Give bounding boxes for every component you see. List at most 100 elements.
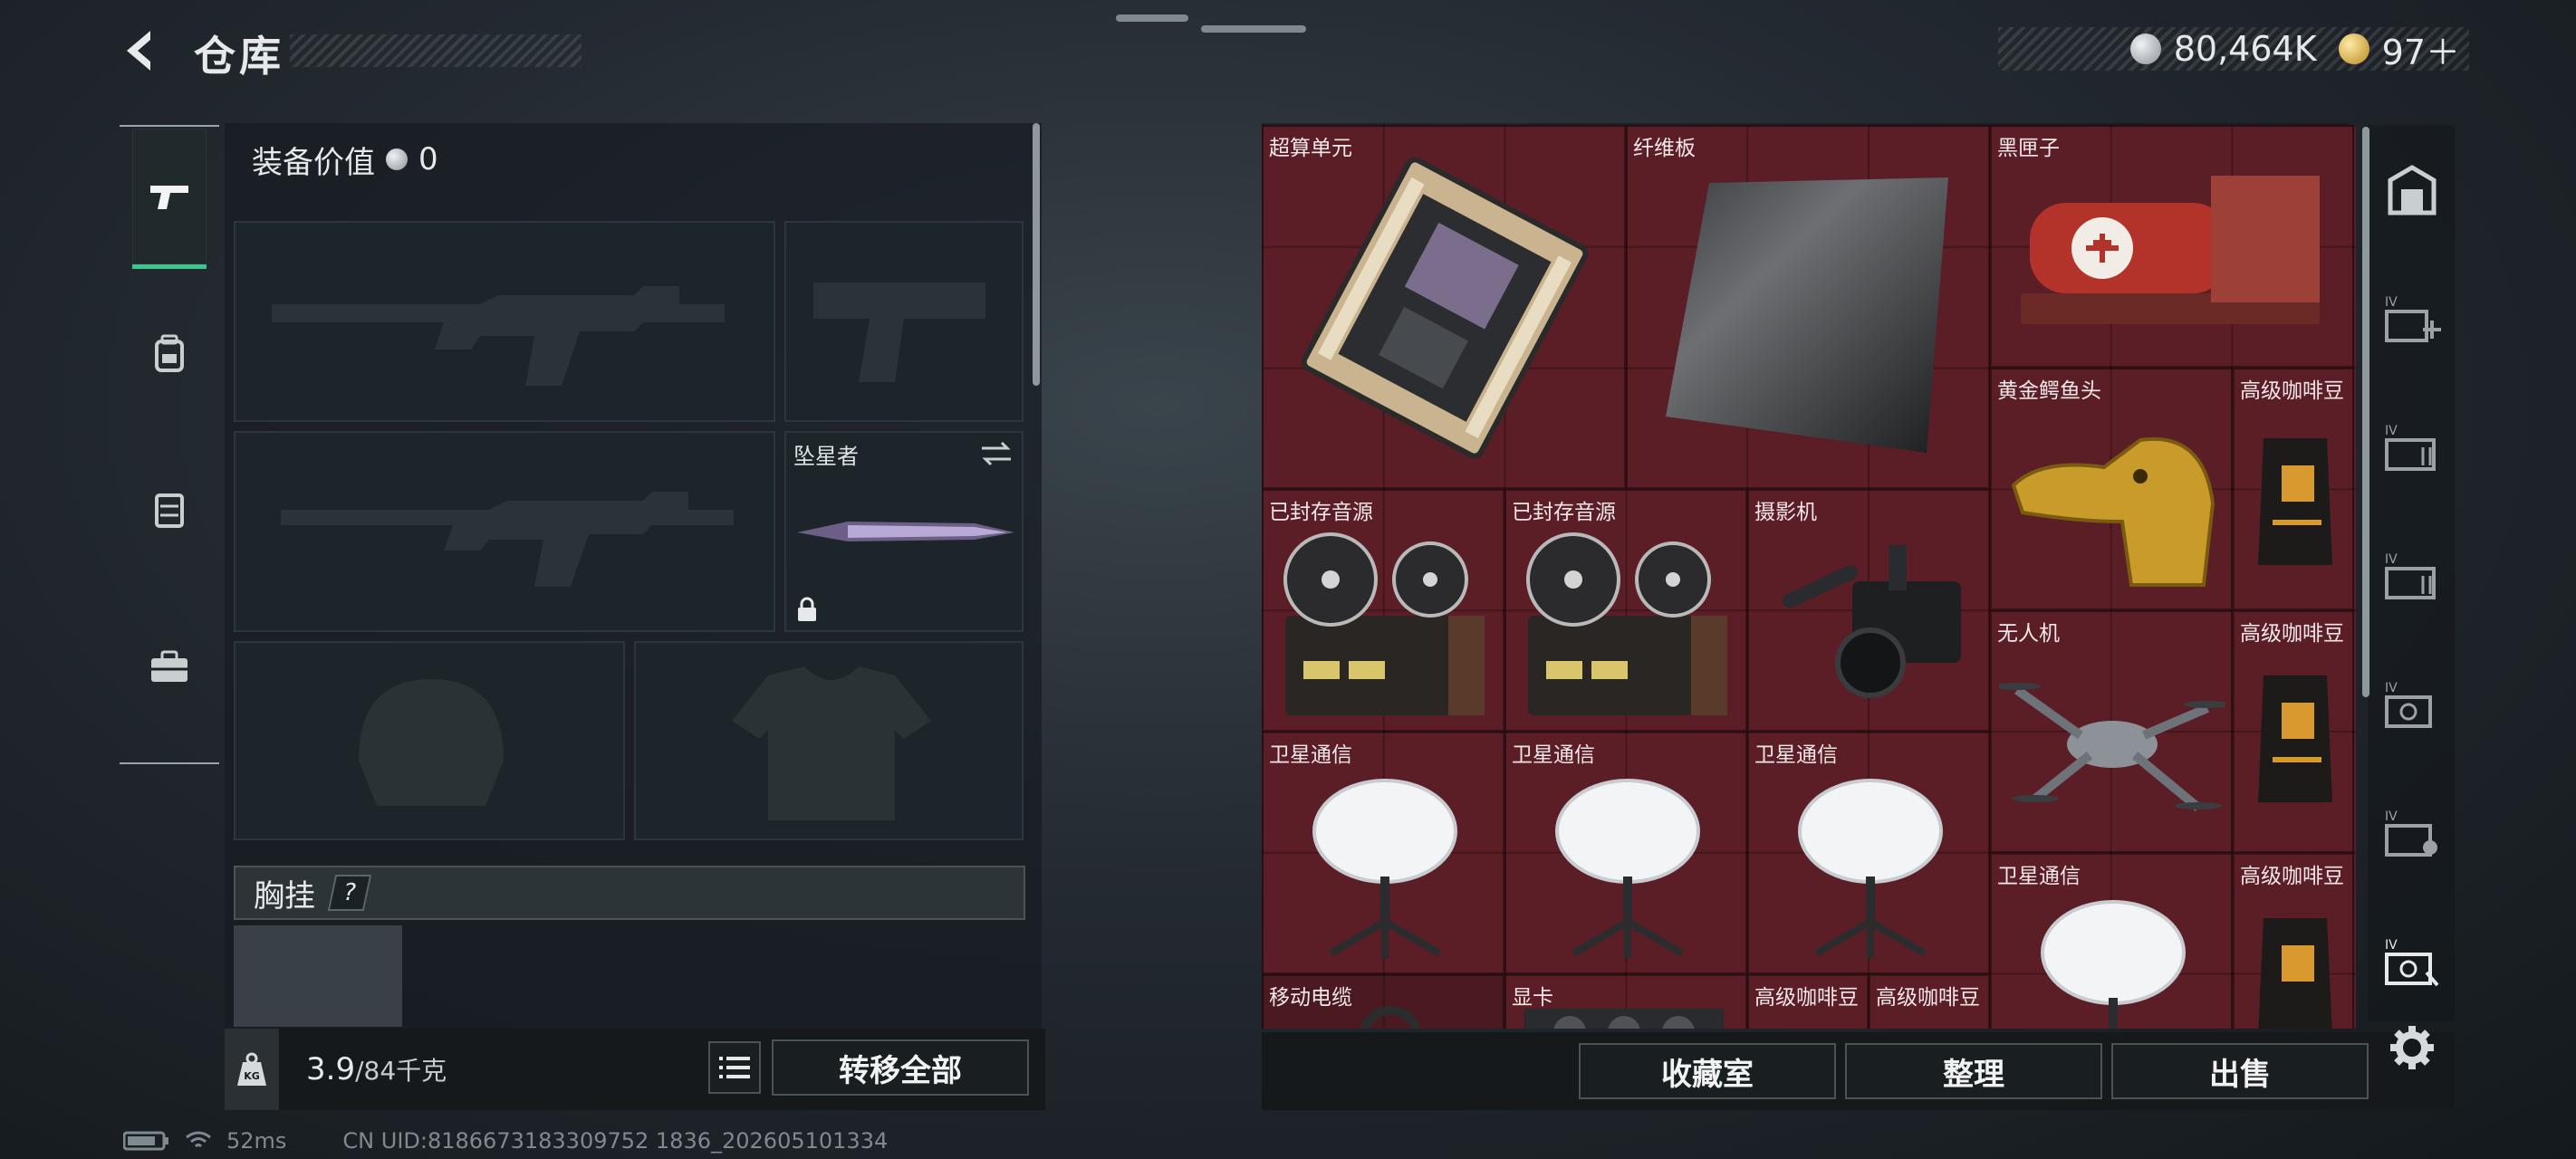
melee-slot[interactable]: 坠星者	[784, 431, 1024, 632]
stash-scrollbar[interactable]	[2362, 127, 2369, 697]
rail-divider	[120, 125, 219, 127]
item-satellite-comm[interactable]: 卫星通信	[1990, 853, 2233, 1029]
primary-weapon-slot[interactable]	[234, 221, 775, 422]
container-lock-button[interactable]: IV	[2380, 802, 2444, 866]
container-box-button[interactable]: IV	[2380, 931, 2444, 994]
equipment-value: 0	[418, 141, 438, 177]
collection-room-button[interactable]: 收藏室	[1579, 1043, 1836, 1099]
equipment-tab-rail	[120, 125, 219, 764]
item-drone[interactable]: 无人机	[1990, 610, 2233, 853]
item-premium-coffee-beans[interactable]: 高级咖啡豆	[2233, 368, 2354, 610]
list-view-button[interactable]	[708, 1041, 761, 1094]
pistol-silhouette-icon	[813, 283, 985, 382]
sidearm-slot[interactable]	[784, 221, 1024, 422]
container-camera-button[interactable]: IV	[2380, 674, 2444, 737]
item-satellite-comm[interactable]: 卫星通信	[1504, 732, 1747, 974]
user-uid: CN UID:8186673183309752 1836_20260510133…	[342, 1128, 889, 1154]
gold-currency-value[interactable]: 97＋	[2382, 24, 2460, 74]
tab-backpack[interactable]	[132, 286, 207, 422]
reel-to-reel-recorder-icon	[1283, 532, 1485, 715]
video-camera-icon	[1782, 545, 1961, 698]
status-bar: 52ms CN UID:8186673183309752 1836_202605…	[123, 1128, 888, 1154]
iv-camera-icon: IV	[2385, 681, 2432, 728]
silver-currency-value: 80,464K	[2173, 29, 2317, 69]
weight-max: /84千克	[355, 1056, 447, 1086]
chest-rig-header[interactable]: 胸挂 ?	[234, 866, 1025, 920]
item-label: 高级咖啡豆	[2240, 865, 2344, 888]
item-sealed-audio-source[interactable]: 已封存音源	[1504, 489, 1747, 732]
back-button[interactable]	[116, 25, 167, 76]
item-premium-coffee-beans[interactable]: 高级咖啡豆	[1747, 974, 1869, 1029]
safe-box-button[interactable]	[2380, 159, 2444, 223]
weight-kg-text: KG	[244, 1070, 260, 1082]
silver-coin-icon	[2129, 34, 2161, 64]
item-satellite-comm[interactable]: 卫星通信	[1262, 732, 1504, 974]
tab-vest[interactable]	[132, 442, 207, 578]
item-label: 已封存音源	[1269, 501, 1373, 524]
cable-reel-icon	[1360, 1006, 1421, 1029]
svg-text:IV: IV	[2385, 424, 2398, 438]
tab-toolbox[interactable]	[132, 599, 207, 735]
svg-text:IV: IV	[2385, 681, 2398, 695]
iv-lock-icon: IV	[2385, 809, 2437, 857]
gold-coin-icon	[2338, 34, 2369, 64]
iv-box-icon: IV	[2385, 938, 2439, 987]
item-video-camera[interactable]: 摄影机	[1747, 489, 1990, 732]
item-gold-croc-head[interactable]: 黄金鳄鱼头	[1990, 368, 2233, 610]
currency-bar: 80,464K 97＋	[1998, 24, 2469, 74]
item-label: 卫星通信	[1997, 865, 2081, 888]
armor-slot[interactable]	[634, 641, 1024, 840]
item-label: 高级咖啡豆	[2240, 379, 2344, 403]
black-box-icon	[2021, 176, 2320, 324]
equipment-value-label: 装备价值	[252, 144, 375, 181]
sell-button[interactable]: 出售	[2111, 1043, 2369, 1099]
swap-icon[interactable]	[980, 440, 1013, 467]
help-icon[interactable]: ?	[327, 875, 372, 911]
circuit-board-icon	[1301, 157, 1589, 459]
transfer-all-button[interactable]: 转移全部	[772, 1039, 1029, 1096]
body-armor-silhouette-icon	[732, 666, 931, 820]
satellite-dish-icon	[2041, 900, 2186, 1029]
add-container-button[interactable]: IV	[2380, 288, 2444, 351]
item-graphics-card[interactable]: 显卡	[1504, 974, 1747, 1029]
item-label: 黄金鳄鱼头	[1997, 379, 2101, 403]
item-premium-coffee-beans[interactable]: 高级咖啡豆	[1869, 974, 1990, 1029]
item-sealed-audio-source[interactable]: 已封存音源	[1262, 489, 1504, 732]
item-premium-coffee-beans[interactable]: 高级咖啡豆	[2233, 853, 2354, 1029]
item-fiber-board[interactable]: 纤维板	[1626, 125, 1990, 489]
item-mobile-cable[interactable]: 移动电缆	[1262, 974, 1504, 1029]
settings-button[interactable]	[2380, 1016, 2444, 1079]
item-label: 摄影机	[1754, 501, 1817, 524]
item-black-box[interactable]: 黑匣子	[1990, 125, 2354, 368]
iv-container-icon: IV	[2385, 552, 2436, 599]
back-arrow-icon	[127, 31, 150, 71]
coffee-bag-icon	[2258, 438, 2332, 565]
item-label: 黑匣子	[1997, 137, 2060, 160]
helmet-slot[interactable]	[234, 641, 625, 840]
weight-current: 3.9	[306, 1051, 356, 1087]
container-slot-button[interactable]: IV	[2380, 545, 2444, 608]
knife-icon	[797, 522, 1014, 541]
helmet-silhouette-icon	[359, 679, 504, 806]
chest-rig-slot[interactable]	[234, 925, 402, 1027]
item-premium-coffee-beans[interactable]: 高级咖啡豆	[2233, 610, 2354, 853]
svg-text:IV: IV	[2385, 552, 2398, 567]
secondary-weapon-slot[interactable]	[234, 431, 775, 632]
equipment-value-header: 装备价值 0	[225, 123, 1042, 196]
organize-button[interactable]: 整理	[1845, 1043, 2102, 1099]
tab-weapons[interactable]	[132, 129, 207, 269]
item-satellite-comm[interactable]: 卫星通信	[1747, 732, 1990, 974]
equipment-scrollbar[interactable]	[1033, 123, 1040, 386]
silver-coin-icon	[386, 148, 408, 170]
iv-container-icon: IV	[2385, 424, 2436, 471]
ceiling-light	[1201, 25, 1306, 33]
weight-icon-box: KG	[225, 1029, 279, 1110]
gold-crocodile-head-icon	[2011, 436, 2216, 587]
item-compute-unit[interactable]: 超算单元	[1262, 125, 1626, 489]
list-icon	[719, 1057, 750, 1078]
fiber-board-icon	[1666, 177, 1948, 453]
container-slot-button[interactable]: IV	[2380, 417, 2444, 480]
item-label: 高级咖啡豆	[1754, 986, 1859, 1010]
stash-action-bar: 收藏室 整理 出售	[1262, 1032, 2454, 1110]
lock-icon	[798, 597, 816, 621]
